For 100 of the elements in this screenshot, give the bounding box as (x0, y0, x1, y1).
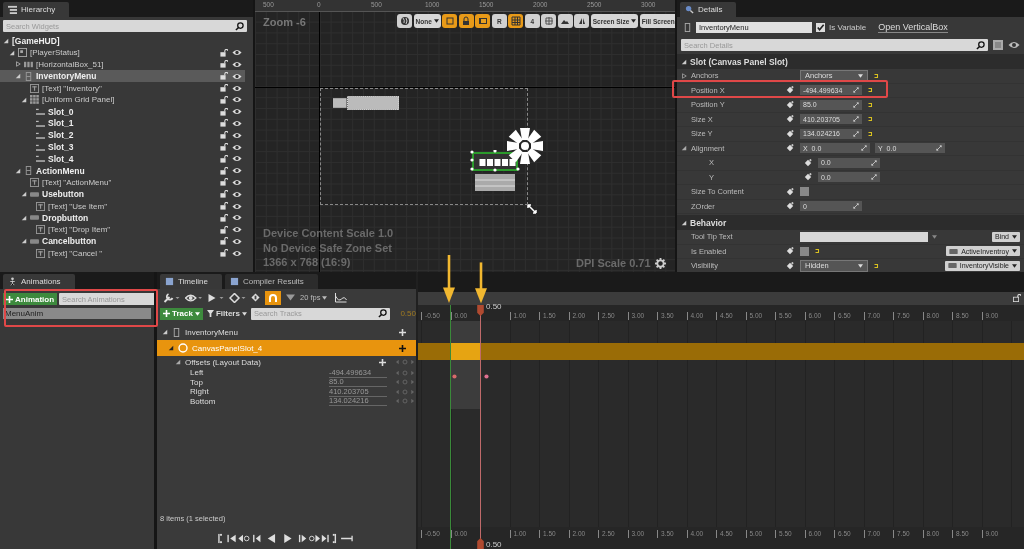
tree-item[interactable]: Dropbutton (0, 211, 245, 224)
magnet-toggle-icon[interactable] (265, 290, 281, 305)
lock-icon[interactable] (220, 190, 228, 199)
lock-icon[interactable] (220, 107, 228, 116)
lock-icon[interactable] (220, 249, 228, 258)
section-header[interactable]: Slot (Canvas Panel Slot) (677, 54, 1024, 69)
tree-item[interactable]: [Text] "Cancel " (0, 247, 245, 260)
track-bar[interactable] (418, 343, 1024, 360)
lock-icon[interactable] (220, 225, 228, 234)
wrench-icon[interactable] (163, 292, 180, 303)
eye-icon[interactable] (232, 96, 242, 104)
tree-item[interactable]: [Uniform Grid Panel] (0, 94, 245, 106)
selected-widget-drawing[interactable] (470, 150, 520, 192)
tree-item[interactable]: Usebutton (0, 188, 245, 201)
time-ruler[interactable] (418, 305, 1024, 321)
lock-icon[interactable] (220, 166, 228, 175)
lock-icon[interactable] (220, 72, 228, 81)
expand-arrow-icon[interactable] (681, 72, 687, 79)
track-item[interactable]: Offsets (Layout Data) (157, 356, 416, 368)
add-key-icon[interactable] (786, 187, 794, 196)
checkbox[interactable] (800, 187, 809, 197)
lock-icon[interactable] (1013, 294, 1021, 302)
add-key-icon[interactable] (786, 261, 794, 270)
eye-icon[interactable] (232, 155, 242, 163)
caret-icon[interactable] (286, 293, 295, 302)
eye-icon[interactable] (232, 167, 242, 175)
expand-arrow-icon[interactable] (15, 61, 21, 68)
add-key-icon[interactable] (786, 202, 794, 211)
move-toggle-icon[interactable] (541, 14, 557, 28)
add-key-icon[interactable] (786, 144, 794, 153)
eye-icon[interactable] (232, 237, 242, 245)
play-icon[interactable] (207, 292, 224, 303)
section-header[interactable]: Behavior (677, 215, 1024, 230)
tree-item[interactable]: [Text] "Inventory" (0, 82, 245, 94)
settings-icon[interactable] (655, 258, 666, 269)
add-track-button[interactable]: Track (160, 307, 203, 320)
time-ruler[interactable] (418, 527, 1024, 549)
checkbox[interactable] (816, 23, 825, 32)
grid-view-icon[interactable] (992, 40, 1004, 50)
playhead[interactable] (477, 305, 484, 549)
globe-toggle-icon[interactable] (397, 14, 412, 28)
tree-item[interactable]: Slot_1 (0, 117, 245, 130)
expand-arrow-icon[interactable] (162, 329, 168, 335)
mountain-toggle-icon[interactable] (557, 14, 573, 28)
keyframe-icon[interactable] (484, 374, 489, 379)
expand-arrow-icon[interactable] (21, 191, 27, 198)
animations-tab[interactable]: Animations (3, 274, 75, 289)
lock-icon[interactable] (220, 237, 228, 246)
lock-icon[interactable] (220, 202, 228, 211)
tree-item[interactable]: Slot_2 (0, 129, 245, 142)
add-key-icon[interactable] (804, 158, 812, 167)
grid-toggle-icon[interactable] (508, 14, 524, 28)
expand-arrow-icon[interactable] (15, 167, 21, 174)
eye-icon[interactable] (1008, 40, 1020, 50)
tree-item[interactable]: [HorizontalBox_51] (0, 58, 245, 71)
details-tab[interactable]: Details (680, 2, 737, 17)
panel-tab[interactable]: Compiler Results (224, 274, 318, 289)
lock-toggle-icon[interactable] (458, 14, 474, 28)
lock-icon[interactable] (220, 178, 228, 187)
eye-icon[interactable] (232, 214, 242, 222)
tree-item[interactable]: [PlayerStatus] (0, 46, 245, 59)
eye-icon[interactable] (232, 61, 242, 68)
key-icon[interactable] (251, 293, 260, 302)
lock-icon[interactable] (220, 60, 228, 69)
eye-icon[interactable] (232, 202, 242, 210)
eye-icon[interactable] (232, 72, 242, 80)
tri-toggle-icon[interactable] (574, 14, 590, 28)
tree-item[interactable]: [Text] "Drop Item" (0, 223, 245, 236)
keyframe-icon[interactable] (452, 374, 457, 379)
panel-toggle-icon[interactable] (475, 14, 491, 28)
eye-icon[interactable] (232, 226, 242, 234)
expand-arrow-icon[interactable] (168, 345, 174, 351)
eye-icon[interactable] (232, 143, 242, 151)
eye-icon[interactable] (232, 119, 242, 127)
expand-arrow-icon[interactable] (9, 49, 15, 56)
tree-item[interactable]: [Text] "Use Item" (0, 200, 245, 212)
panel-tab[interactable]: Timeline (160, 274, 222, 289)
tree-item[interactable]: [Text] "ActionMenu" (0, 176, 245, 189)
eye-icon[interactable] (232, 49, 242, 57)
add-key-icon[interactable] (786, 86, 794, 95)
lock-icon[interactable] (220, 84, 228, 93)
add-key-icon[interactable] (786, 100, 794, 109)
lock-icon[interactable] (220, 48, 228, 57)
checkbox[interactable] (800, 246, 809, 256)
expand-arrow-icon[interactable] (15, 73, 21, 80)
lock-icon[interactable] (220, 213, 228, 222)
anchor-flower-icon[interactable] (505, 126, 545, 166)
expand-arrow-icon[interactable] (21, 238, 27, 245)
lock-icon[interactable] (220, 131, 228, 140)
lock-icon[interactable] (220, 119, 228, 128)
caret-icon[interactable] (932, 234, 937, 239)
eye-icon[interactable] (232, 108, 242, 116)
lock-icon[interactable] (220, 95, 228, 104)
tree-item[interactable]: Slot_0 (0, 105, 245, 118)
square-toggle-icon[interactable] (442, 14, 458, 28)
add-key-icon[interactable] (786, 129, 794, 138)
filters-dropdown[interactable]: Filters (206, 309, 247, 318)
resize-arrow-icon[interactable] (527, 204, 537, 214)
diamond-icon[interactable] (229, 292, 246, 303)
eye-icon[interactable] (232, 249, 242, 257)
